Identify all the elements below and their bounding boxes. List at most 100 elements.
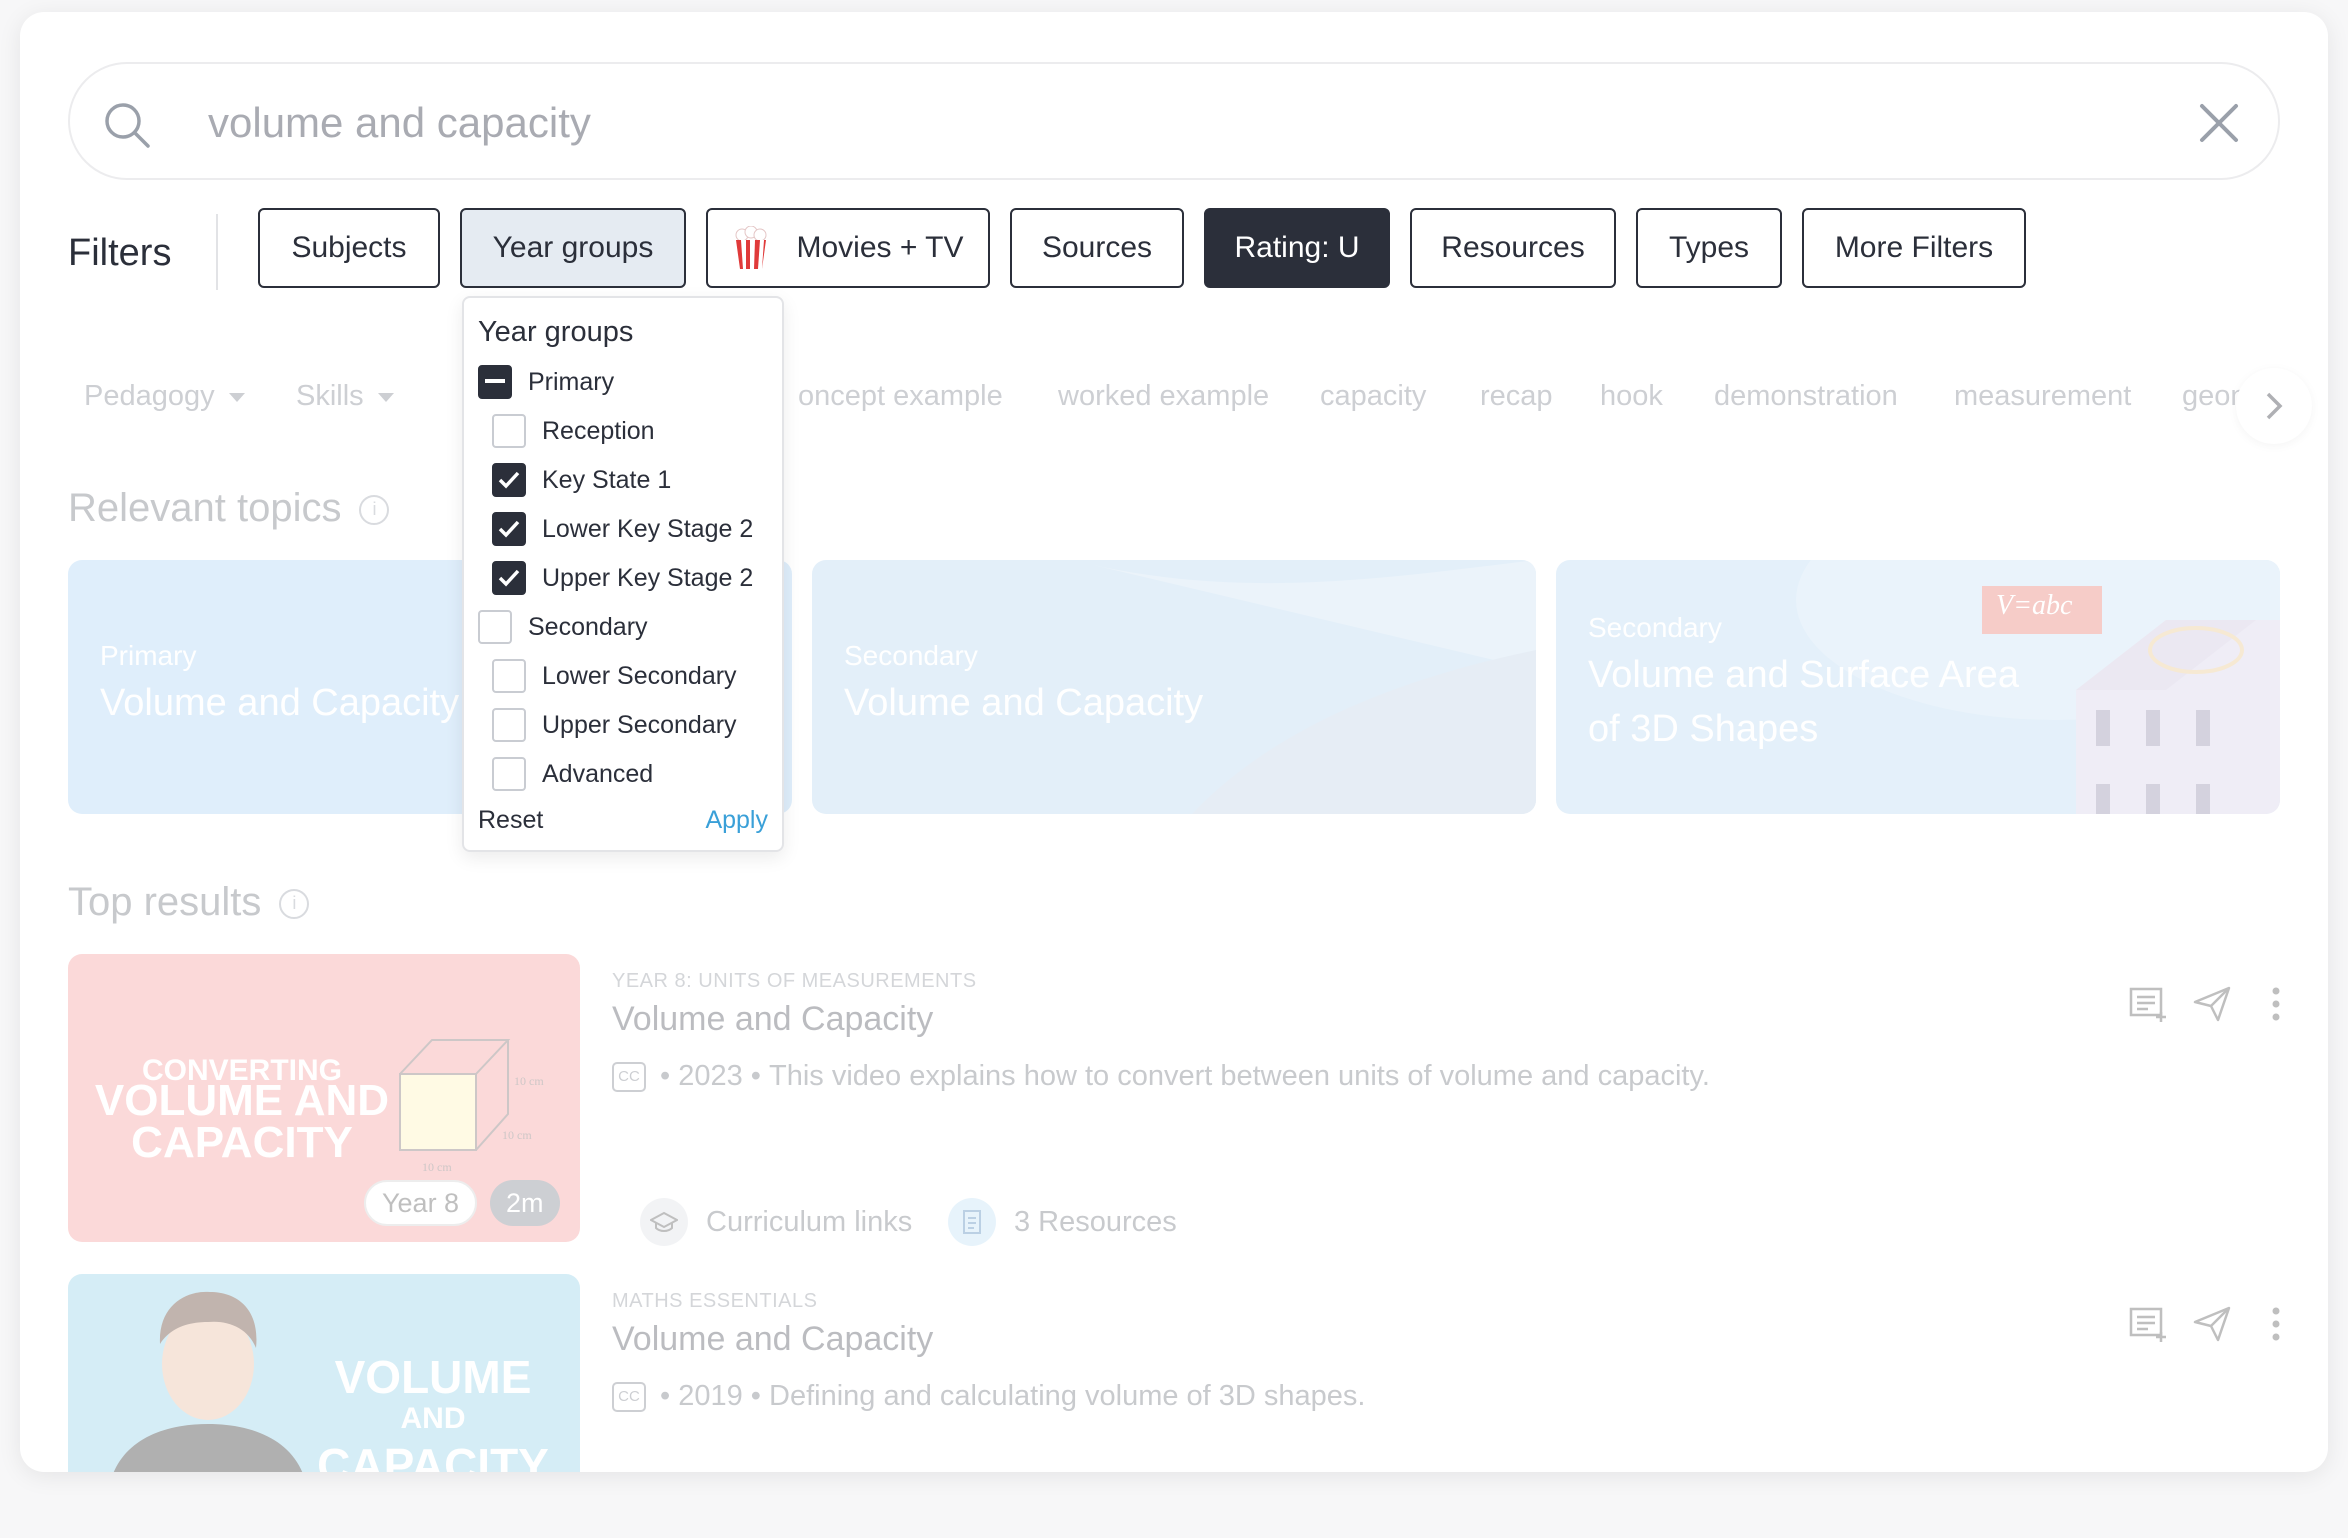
tag-chip[interactable]: demonstration [1714,380,1898,413]
year-groups-dropdown: Year groups Primary Reception Key State … [462,296,784,852]
chevron-right-icon [2266,392,2283,420]
topic-title: Volume and Capacity [844,682,1204,724]
topic-card[interactable]: Secondary Volume and Capacity [812,560,1536,814]
movies-tv-label: Movies + TV [796,231,964,264]
filters-label: Filters [68,232,172,274]
option-lower-key-stage-2[interactable]: Lower Key Stage 2 [492,511,753,547]
tag-chip[interactable]: measurement [1954,380,2131,413]
sources-filter-button[interactable]: Sources [1010,208,1184,288]
option-label: Secondary [528,612,648,641]
separator-dot: • [660,1060,679,1092]
checkbox-unchecked[interactable] [492,414,526,448]
cube-dimension-label: 10 cm [514,1074,544,1088]
more-options-icon[interactable] [2256,984,2296,1024]
cube-dimension-label: 10 cm [502,1128,532,1142]
result-title[interactable]: Volume and Capacity [612,1320,933,1359]
checkbox-indeterminate[interactable] [478,365,512,399]
share-icon[interactable] [2192,1304,2232,1344]
option-primary[interactable]: Primary [478,364,614,400]
option-upper-secondary[interactable]: Upper Secondary [492,707,737,743]
tag-chip[interactable]: oncept example [798,380,1003,413]
tag-chip[interactable]: worked example [1058,380,1269,413]
chevron-down-icon [377,392,394,402]
tag-chip[interactable]: recap [1480,380,1553,413]
check-icon [498,471,520,489]
rating-filter-button[interactable]: Rating: U [1204,208,1390,288]
video-thumbnail[interactable]: VOLUME AND CAPACITY [68,1274,580,1472]
tags-next-button[interactable] [2236,368,2312,444]
option-key-stage-1[interactable]: Key State 1 [492,462,671,498]
apply-button[interactable]: Apply [705,806,768,835]
closed-captions-icon: CC [612,1061,646,1092]
reset-button[interactable]: Reset [478,806,543,835]
skills-dropdown[interactable]: Skills [296,380,394,413]
add-to-playlist-icon[interactable] [2128,984,2168,1024]
subjects-filter-button[interactable]: Subjects [258,208,440,288]
filters-divider [216,214,218,290]
top-results-heading: Top results [68,880,310,925]
info-icon[interactable] [359,495,390,526]
checkbox-unchecked[interactable] [492,659,526,693]
separator-dot: • [660,1380,679,1412]
popcorn-icon [735,226,767,269]
chevron-down-icon [228,392,245,402]
cube-dimension-label: 10 cm [422,1160,452,1174]
close-icon[interactable] [2198,102,2240,144]
checkbox-unchecked[interactable] [492,757,526,791]
curriculum-links-button[interactable]: Curriculum links [640,1198,912,1246]
result-year: 2019 [678,1380,743,1412]
presenter-photo [113,1291,303,1472]
search-bar [68,62,2280,180]
checkbox-checked[interactable] [492,561,526,595]
resources-filter-button[interactable]: Resources [1410,208,1616,288]
cube-illustration [399,1039,511,1151]
option-label: Advanced [542,759,654,788]
year-groups-filter-button[interactable]: Year groups [460,208,686,288]
more-options-icon[interactable] [2256,1304,2296,1344]
option-secondary[interactable]: Secondary [478,609,648,645]
checkbox-unchecked[interactable] [492,708,526,742]
topic-eyebrow: Primary [100,640,197,671]
option-upper-key-stage-2[interactable]: Upper Key Stage 2 [492,560,753,596]
tag-chip[interactable]: capacity [1320,380,1426,413]
tag-chip[interactable]: hook [1600,380,1663,413]
check-icon [498,569,520,587]
separator-dot: • [742,1060,770,1092]
result-description: This video explains how to convert betwe… [769,1060,1710,1092]
share-icon[interactable] [2192,984,2232,1024]
closed-captions-icon: CC [612,1381,646,1412]
add-to-playlist-icon[interactable] [2128,1304,2168,1344]
option-advanced[interactable]: Advanced [492,756,653,792]
option-label: Key State 1 [542,465,672,494]
result-meta: CC • 2019 • Defining and calculating vol… [612,1380,1365,1413]
checkbox-checked[interactable] [492,463,526,497]
result-title[interactable]: Volume and Capacity [612,1000,933,1039]
topic-card[interactable]: V=abc Secondary Volume and Surface Area … [1556,560,2280,814]
checkbox-checked[interactable] [492,512,526,546]
topic-eyebrow: Secondary [844,640,978,671]
result-year: 2023 [678,1060,743,1092]
types-filter-button[interactable]: Types [1636,208,1782,288]
duration-badge: 2m [490,1180,560,1226]
option-reception[interactable]: Reception [492,413,655,449]
separator-dot: • [742,1380,770,1412]
info-icon[interactable] [279,889,310,920]
option-label: Upper Secondary [542,710,737,739]
checkbox-unchecked[interactable] [478,610,512,644]
topic-eyebrow: Secondary [1588,612,1722,643]
video-thumbnail[interactable]: CONVERTING VOLUME AND CAPACITY 10 cm 10 … [68,954,580,1242]
thumbnail-line-3: CAPACITY [317,1439,549,1472]
option-label: Lower Key Stage 2 [542,514,754,543]
option-label: Primary [528,367,615,396]
result-description: Defining and calculating volume of 3D sh… [769,1380,1366,1412]
option-lower-secondary[interactable]: Lower Secondary [492,658,737,694]
tag-row: Pedagogy Skills n oncept example worked … [84,380,2284,430]
graduation-cap-icon [640,1198,688,1246]
document-icon [948,1198,996,1246]
formula-badge: V=abc [1996,590,2073,621]
movies-tv-filter-button[interactable]: Movies + TV [706,208,990,288]
pedagogy-dropdown[interactable]: Pedagogy [84,380,245,413]
more-filters-button[interactable]: More Filters [1802,208,2026,288]
search-input[interactable] [208,92,2108,154]
resources-button[interactable]: 3 Resources [948,1198,1177,1246]
